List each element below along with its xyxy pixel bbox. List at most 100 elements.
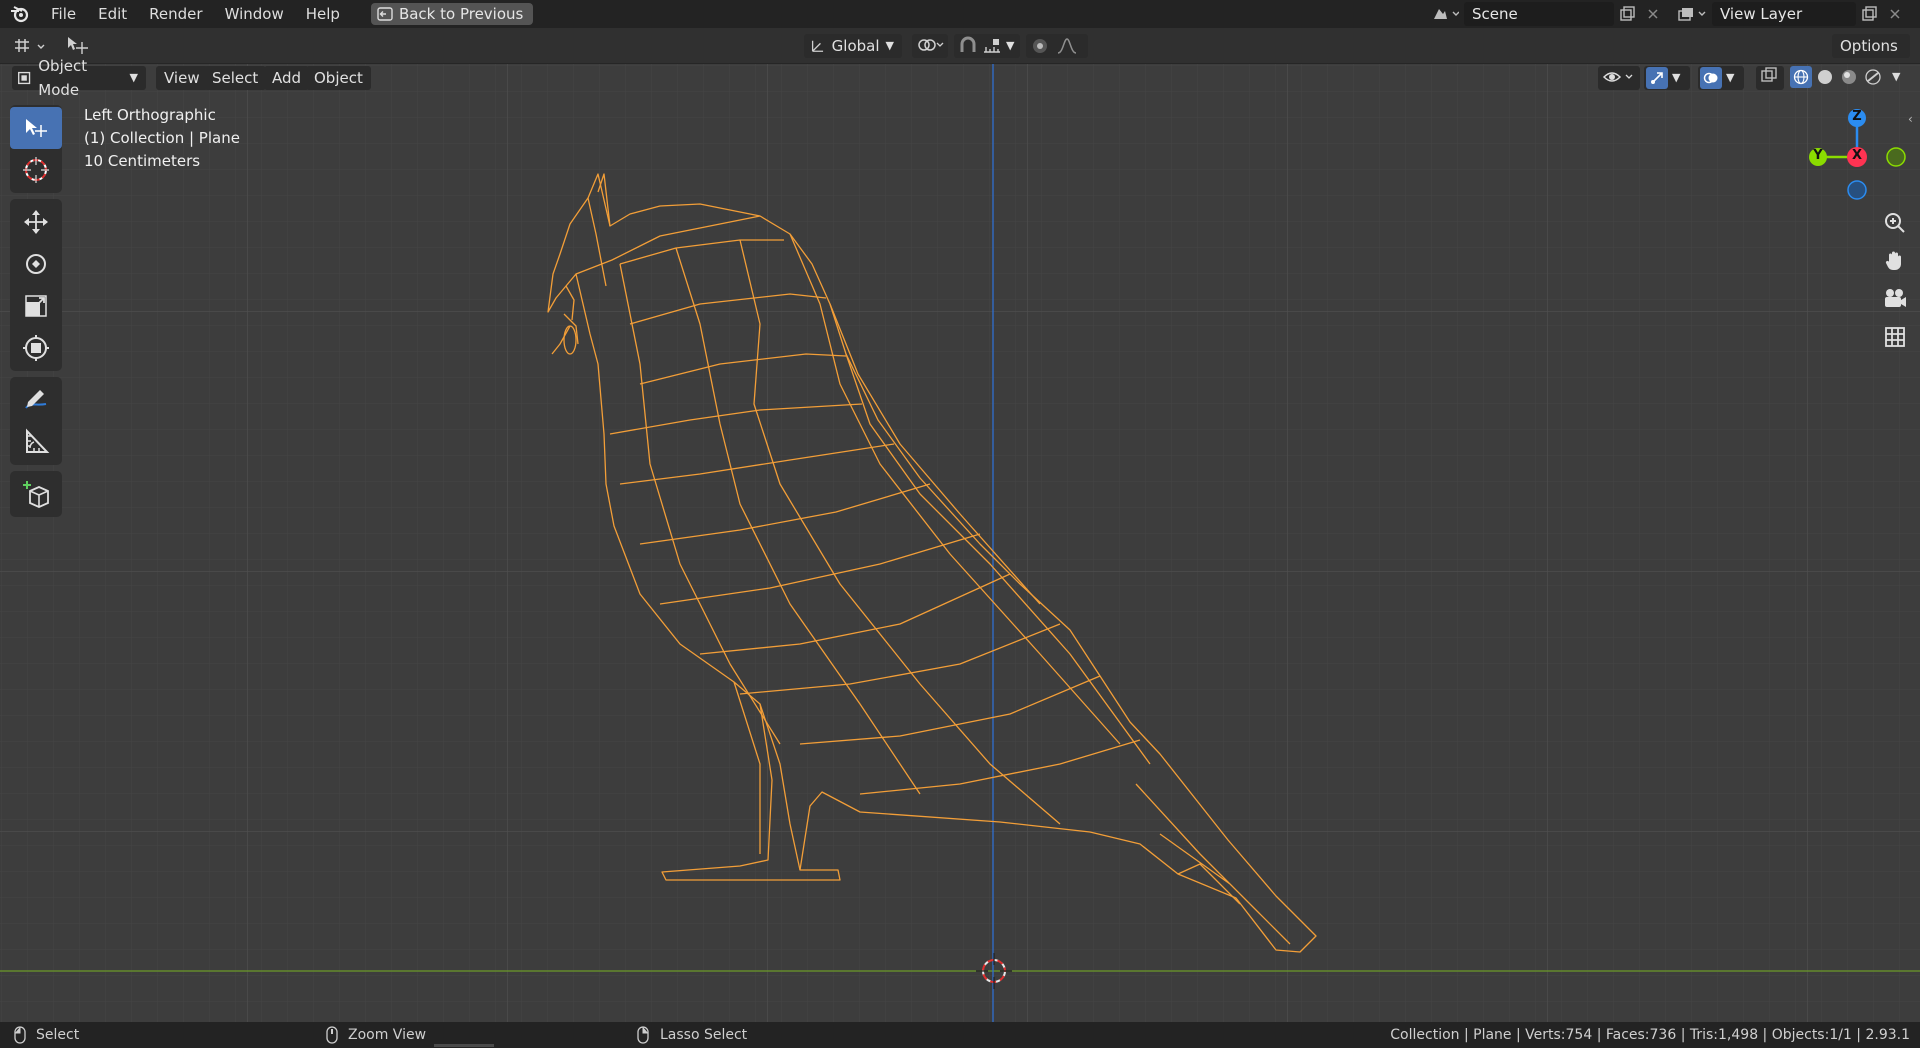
object-mode-dropdown[interactable]: Object Mode ▼ [12,57,146,99]
move-icon[interactable] [10,201,62,243]
wireframe-shading-icon[interactable] [1790,66,1812,88]
visibility-dropdown[interactable] [1598,66,1640,90]
chevron-down-icon: ▼ [129,71,138,84]
close-view-layer-icon[interactable] [1882,2,1908,26]
back-icon [377,7,393,21]
gizmo-z-label: Z [1852,109,1862,124]
new-scene-icon[interactable] [1614,2,1640,26]
add-cube-icon[interactable] [10,473,62,515]
chevron-down-icon: ▼ [1726,71,1735,84]
menu-select[interactable]: Select [204,66,267,90]
pivot-point-dropdown[interactable] [912,34,948,58]
close-scene-icon[interactable] [1640,2,1666,26]
blender-logo-icon[interactable] [0,0,40,28]
new-view-layer-icon[interactable] [1856,2,1882,26]
status-zoom-hint: Zoom View [326,1026,426,1044]
status-select-hint: Select [14,1026,79,1044]
object-mode-icon [18,71,31,85]
grid-icon[interactable] [1878,320,1912,354]
chevron-down-icon: ▼ [1672,71,1681,84]
mouse-right-icon [637,1026,649,1044]
mouse-left-icon [14,1026,26,1044]
gizmo-x-label: X [1851,148,1863,163]
left-toolbar [10,105,62,523]
select-tool-group [10,105,62,193]
scale-icon[interactable] [10,285,62,327]
scene-icon[interactable] [1426,2,1464,26]
view-layer-selector: View Layer [1672,2,1908,26]
overlay-toggle-icon[interactable] [1700,67,1722,89]
options-dropdown[interactable]: Options ▼ [1832,34,1910,78]
overlay-dropdown[interactable]: ▼ [1698,66,1744,90]
shading-options-chevron-icon[interactable]: ▼ [1892,70,1900,83]
material-shading-icon[interactable] [1838,66,1860,88]
snapping-controls[interactable]: ▼ [954,34,1020,58]
measure-icon[interactable] [10,421,62,463]
back-to-previous-label: Back to Previous [398,5,524,23]
menu-window[interactable]: Window [214,0,295,28]
view-layer-icon[interactable] [1672,2,1712,26]
menu-render[interactable]: Render [138,0,213,28]
status-bar: Select Zoom View Lasso Select Collection… [0,1022,1920,1048]
grid-scale-label: 10 Centimeters [84,152,201,170]
gizmo-dropdown[interactable]: ▼ [1644,66,1690,90]
object-mode-label: Object Mode [38,57,88,99]
transform-orientation-dropdown[interactable]: Global ▼ [804,34,902,58]
menu-add[interactable]: Add [264,66,310,90]
eye-icon [1602,72,1633,82]
falloff-curve-icon [1057,38,1077,54]
back-to-previous-button[interactable]: Back to Previous [370,3,534,25]
scene-statistics: Collection | Plane | Verts:754 | Faces:7… [1390,1027,1910,1043]
menu-view[interactable]: View [156,66,208,90]
solid-shading-icon[interactable] [1814,66,1836,88]
collection-info-label: (1) Collection | Plane [84,129,240,147]
snap-magnet-icon [960,36,976,52]
transform-orientation-label: Global [831,37,880,55]
xray-icon [1761,67,1777,82]
xray-toggle[interactable] [1756,66,1784,90]
add-tool-group [10,471,62,517]
transform-icon[interactable] [10,327,62,369]
mouse-middle-icon [326,1026,338,1044]
chevron-down-icon: ▼ [1006,39,1015,52]
status-lasso-hint: Lasso Select [636,1026,747,1044]
rotate-icon[interactable] [10,243,62,285]
view-name-label: Left Orthographic [84,106,216,124]
menu-object[interactable]: Object [306,66,371,90]
camera-icon[interactable] [1878,282,1912,316]
menu-file[interactable]: File [40,0,87,28]
annotate-icon[interactable] [10,379,62,421]
chevron-down-icon: ▼ [885,39,894,52]
gizmo-toggle-icon[interactable] [1646,67,1668,89]
options-label: Options [1840,37,1898,55]
snap-increment-icon [984,39,1000,53]
status-progress-divider [434,1044,494,1047]
scene-selector: Scene [1426,2,1666,26]
annotate-tool-group [10,377,62,465]
proportional-editing-controls[interactable] [1026,34,1088,58]
status-select-label: Select [36,1027,80,1043]
status-lasso-label: Lasso Select [660,1027,748,1043]
menu-edit[interactable]: Edit [87,0,138,28]
3d-cursor-icon[interactable] [974,951,1014,991]
bird-mesh-wireframe[interactable] [0,64,1920,1022]
3d-viewport[interactable]: Left Orthographic (1) Collection | Plane… [0,64,1920,1022]
viewport-header: Object Mode ▼ View Select Add Object ▼ ▼… [0,57,1920,99]
pivot-icon [918,39,944,51]
top-menu-bar: File Edit Render Window Help Back to Pre… [0,0,1920,28]
scene-name-field[interactable]: Scene [1464,2,1614,26]
view-layer-name-field[interactable]: View Layer [1712,2,1856,26]
tool-settings-header: Global ▼ ▼ Options ▼ [0,28,1920,78]
gizmo-y-label: Y [1813,148,1823,163]
transform-tool-group [10,199,62,371]
hand-icon[interactable] [1878,244,1912,278]
proportional-edit-icon [1033,39,1047,53]
menu-help[interactable]: Help [295,0,351,28]
status-zoom-label: Zoom View [348,1027,427,1043]
sidebar-toggle-icon[interactable]: ‹ [1908,112,1913,126]
zoom-icon[interactable] [1878,206,1912,240]
orientation-icon [811,40,824,52]
cursor-icon[interactable] [10,149,62,191]
rendered-shading-icon[interactable] [1862,66,1884,88]
select-box-icon[interactable] [10,107,62,149]
